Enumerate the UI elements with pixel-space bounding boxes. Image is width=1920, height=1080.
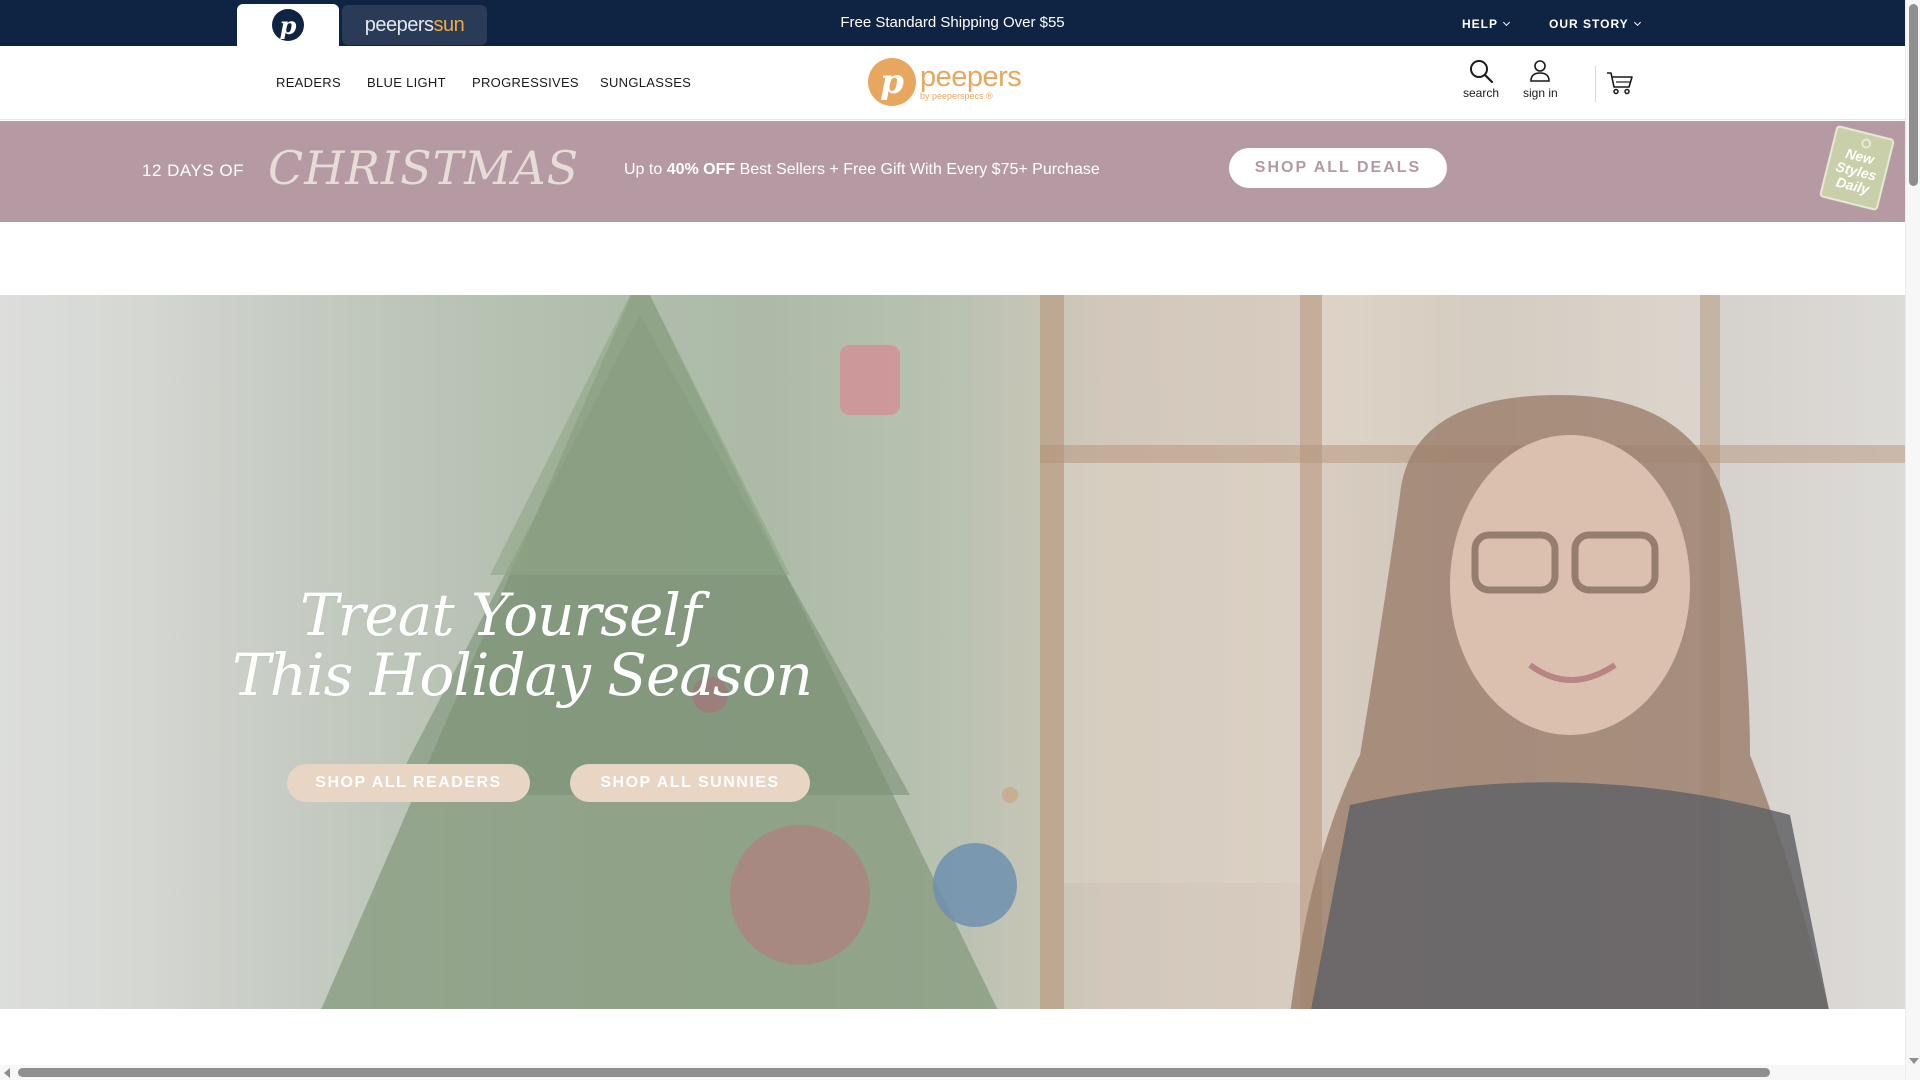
logo-mark-icon: p — [868, 58, 916, 106]
logo-word: peepers — [920, 61, 1022, 93]
promo-message: Up to 40% OFF Best Sellers + Free Gift W… — [624, 161, 1100, 179]
logo-subtext: by peeperspecs ® — [920, 91, 993, 101]
logo-text: peepers by peeperspecs ® — [920, 61, 1022, 102]
vertical-scrollbar-thumb[interactable] — [1909, 4, 1918, 186]
hero-title-line-1: Treat Yourself — [300, 581, 701, 649]
help-label: HELP — [1462, 17, 1499, 31]
search-icon — [1468, 56, 1494, 86]
shop-all-sunnies-button[interactable]: SHOP ALL SUNNIES — [570, 764, 810, 802]
new-styles-daily-tag: New Styles Daily — [1818, 124, 1896, 212]
our-story-menu[interactable]: OUR STORY — [1549, 17, 1641, 31]
sign-in-button[interactable]: sign in — [1523, 56, 1558, 100]
promo-christmas-text: CHRISTMAS — [268, 141, 580, 195]
hero-title: Treat Yourself This Holiday Season — [232, 581, 813, 709]
our-story-label: OUR STORY — [1549, 17, 1629, 31]
hero-title-line-2: This Holiday Season — [232, 641, 813, 709]
nav-item-sunglasses[interactable]: SUNGLASSES — [600, 75, 691, 90]
nav-item-blue-light[interactable]: BLUE LIGHT — [367, 75, 446, 90]
promo-message-bold: 40% OFF — [666, 161, 736, 178]
horizontal-scrollbar[interactable] — [0, 1065, 1905, 1080]
top-bar: p peepers sun Free Standard Shipping Over… — [0, 0, 1905, 46]
search-button[interactable]: search — [1463, 56, 1499, 100]
scroll-down-arrow-icon[interactable] — [1909, 1058, 1919, 1064]
nav-divider — [1595, 66, 1596, 102]
nav-item-progressives[interactable]: PROGRESSIVES — [472, 75, 579, 90]
shop-all-readers-button[interactable]: SHOP ALL READERS — [287, 764, 530, 802]
promo-message-post: Best Sellers + Free Gift With Every $75+… — [735, 161, 1100, 178]
peepers-logo[interactable]: p peepers by peeperspecs ® — [868, 58, 1022, 106]
help-menu[interactable]: HELP — [1462, 17, 1511, 31]
vertical-scrollbar[interactable] — [1905, 0, 1920, 1080]
scroll-left-arrow-icon[interactable] — [4, 1068, 10, 1078]
user-icon — [1529, 56, 1551, 86]
promo-days-text: 12 DAYS OF — [142, 161, 244, 180]
horizontal-scrollbar-thumb[interactable] — [18, 1068, 1770, 1077]
cart-button[interactable] — [1606, 70, 1634, 101]
main-nav: READERS BLUE LIGHT PROGRESSIVES SUNGLASS… — [0, 46, 1905, 120]
chevron-down-icon — [1633, 18, 1641, 27]
nav-item-readers[interactable]: READERS — [276, 75, 341, 90]
promo-banner: 12 DAYS OF CHRISTMAS Up to 40% OFF Best … — [0, 121, 1905, 222]
search-label: search — [1463, 86, 1500, 100]
sign-in-label: sign in — [1523, 86, 1558, 100]
cart-icon — [1607, 72, 1633, 95]
page: p peepers sun Free Standard Shipping Over… — [0, 0, 1920, 1080]
hero-banner[interactable]: Treat Yourself This Holiday Season SHOP … — [0, 295, 1905, 1009]
shop-all-deals-button[interactable]: SHOP ALL DEALS — [1229, 148, 1447, 188]
promo-message-pre: Up to — [624, 161, 667, 178]
chevron-down-icon — [1502, 18, 1511, 27]
